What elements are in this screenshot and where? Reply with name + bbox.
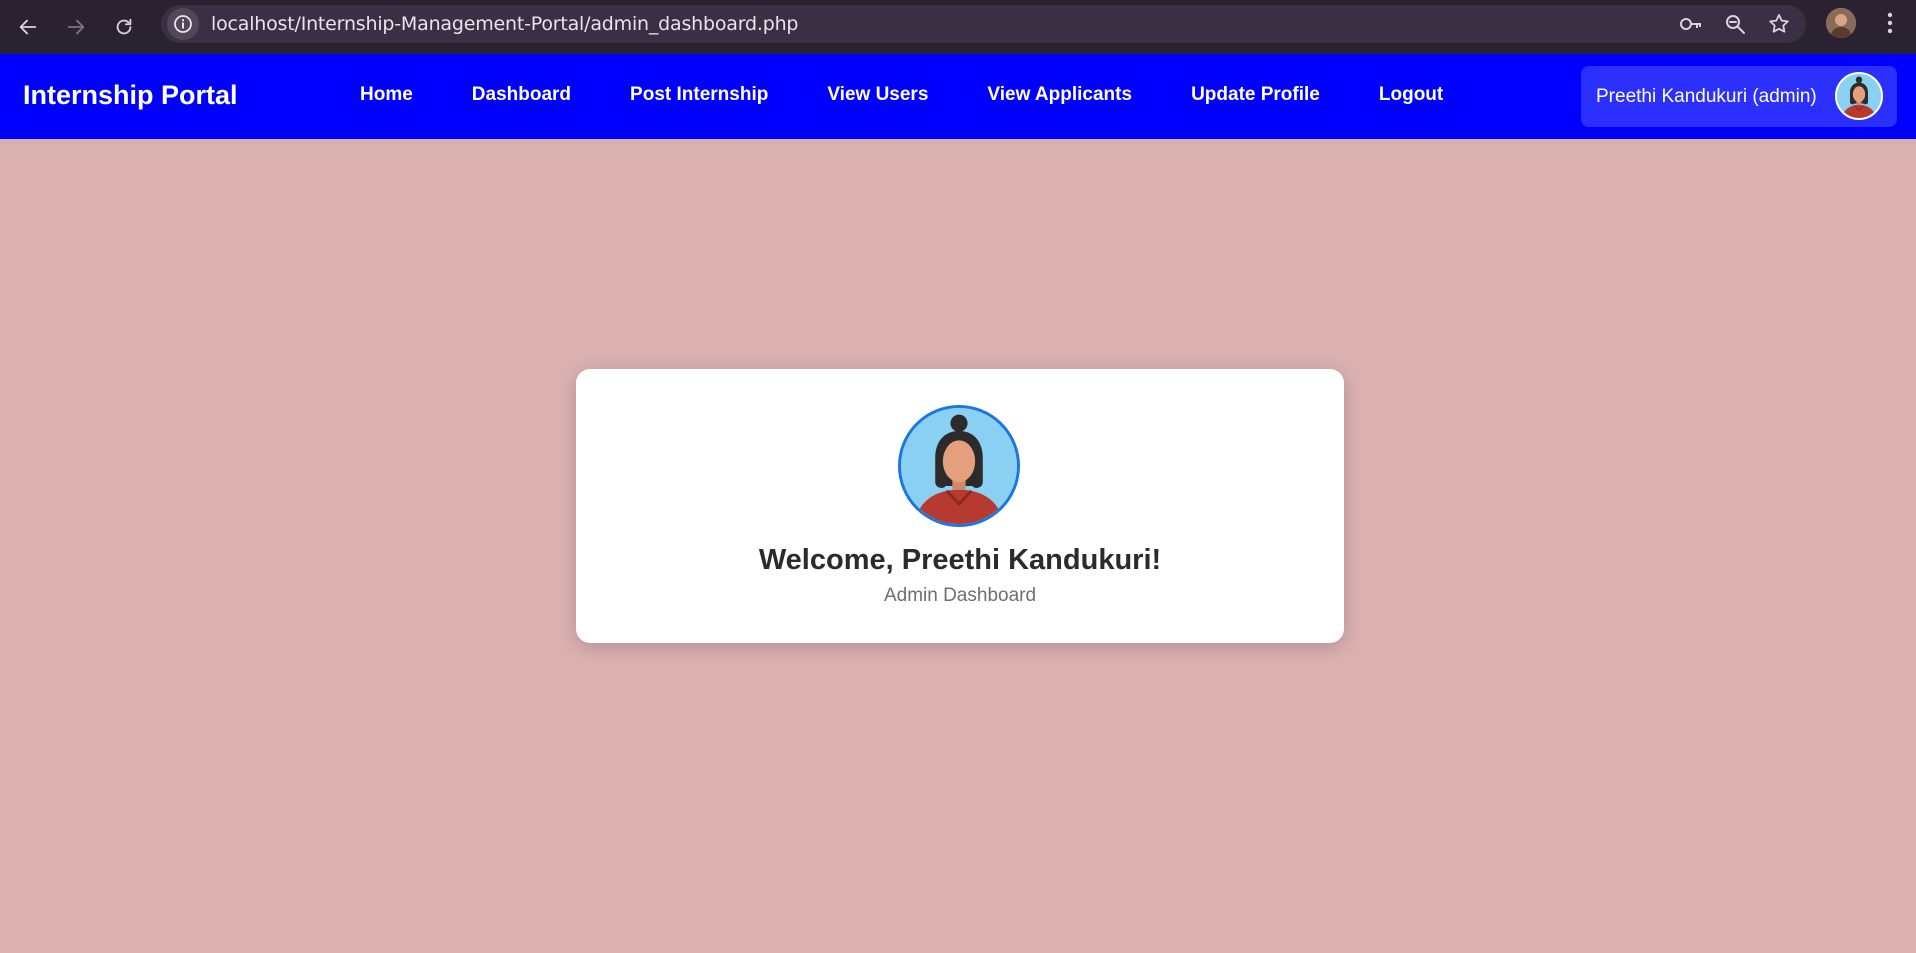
user-avatar: [1835, 72, 1883, 120]
brand-title[interactable]: Internship Portal: [23, 80, 238, 111]
address-bar[interactable]: localhost/Internship-Management-Portal/a…: [161, 5, 1806, 43]
welcome-heading: Welcome, Preethi Kandukuri!: [758, 544, 1162, 576]
site-navbar: Internship Portal Home Dashboard Post In…: [0, 54, 1916, 139]
nav-link-logout[interactable]: Logout: [1379, 84, 1443, 106]
nav-link-home[interactable]: Home: [360, 84, 413, 106]
bookmark-star-icon[interactable]: [1764, 9, 1794, 39]
welcome-card: Welcome, Preethi Kandukuri! Admin Dashbo…: [576, 369, 1344, 643]
user-profile-chip[interactable]: Preethi Kandukuri (admin): [1581, 66, 1897, 127]
nav-link-update-profile[interactable]: Update Profile: [1191, 84, 1320, 106]
back-arrow-icon[interactable]: [4, 5, 52, 49]
site-info-icon[interactable]: [167, 8, 199, 40]
browser-profile-avatar[interactable]: [1826, 8, 1856, 38]
reload-icon[interactable]: [100, 5, 148, 49]
browser-toolbar: localhost/Internship-Management-Portal/a…: [0, 0, 1916, 54]
zoom-icon[interactable]: [1720, 9, 1750, 39]
profile-avatar: [898, 405, 1020, 527]
dashboard-subtitle: Admin Dashboard: [883, 585, 1037, 606]
nav-link-post-internship[interactable]: Post Internship: [630, 84, 768, 106]
url-text[interactable]: localhost/Internship-Management-Portal/a…: [211, 13, 798, 35]
nav-link-view-users[interactable]: View Users: [827, 84, 928, 106]
password-key-icon[interactable]: [1676, 9, 1706, 39]
user-name-label: Preethi Kandukuri (admin): [1596, 85, 1817, 107]
nav-link-dashboard[interactable]: Dashboard: [472, 84, 571, 106]
nav-links: Home Dashboard Post Internship View User…: [360, 84, 1502, 106]
forward-arrow-icon[interactable]: [52, 5, 100, 49]
nav-link-view-applicants[interactable]: View Applicants: [987, 84, 1132, 106]
kebab-menu-icon[interactable]: [1878, 8, 1902, 38]
